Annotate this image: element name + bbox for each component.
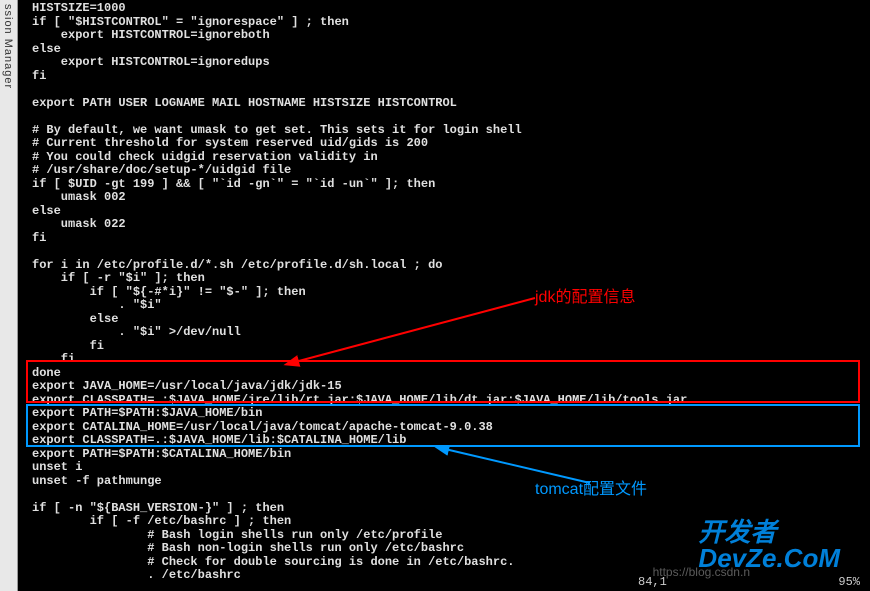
- scroll-percent: 95%: [838, 575, 860, 589]
- tomcat-annotation-label: tomcat配置文件: [535, 475, 647, 499]
- session-manager-tab[interactable]: ssion Manager: [0, 0, 18, 591]
- editor-status-bar: 84,1 95%: [18, 576, 870, 591]
- session-manager-label: ssion Manager: [0, 0, 14, 89]
- jdk-annotation-label: jdk的配置信息: [535, 283, 635, 307]
- watermark-brand: 开发者 DevZe.CoM: [698, 519, 840, 571]
- cursor-position: 84,1: [638, 575, 667, 589]
- terminal-viewport[interactable]: HISTSIZE=1000 if [ "$HISTCONTROL" = "ign…: [18, 0, 870, 591]
